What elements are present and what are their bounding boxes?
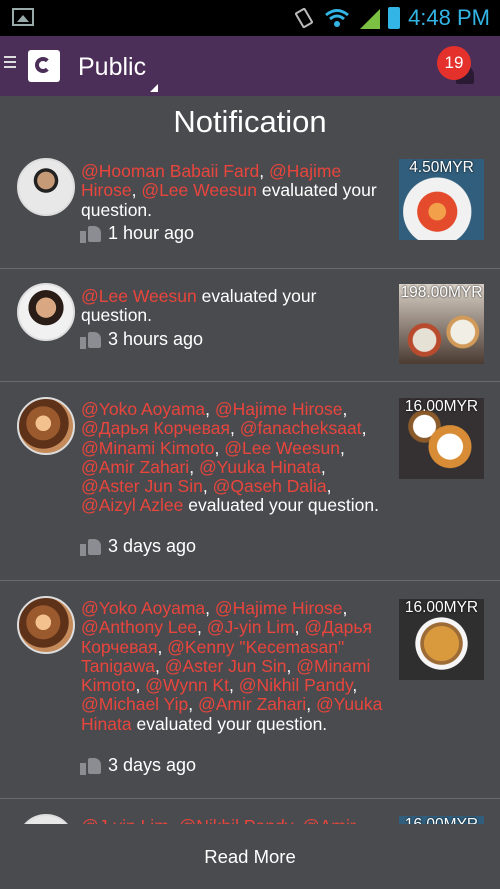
user-mention[interactable]: @Дарья Корчевая [81, 418, 230, 438]
thumbs-up-icon [80, 538, 101, 556]
thumbs-up-icon [80, 331, 101, 349]
user-mention[interactable]: @Amir Zahari [81, 457, 189, 477]
user-mention[interactable]: @Hooman Babaii Fard [81, 161, 259, 181]
wifi-icon [325, 9, 350, 27]
image-notification-icon [12, 8, 34, 26]
user-mention[interactable]: @Lee Weesun [141, 180, 257, 200]
notification-text: @J-yin Lim, @Nikhil Pandy, @Amir [81, 816, 383, 824]
price-label: 16.00MYR [399, 816, 484, 824]
time-ago: 1 hour ago [108, 223, 195, 243]
price-label: 198.00MYR [400, 284, 483, 301]
thumbs-up-icon [80, 225, 101, 243]
user-mention[interactable]: @Minami Kimoto [81, 438, 215, 458]
user-mention[interactable]: @Nikhil Pandy [239, 675, 353, 695]
notification-list[interactable]: @Hooman Babaii Fard, @Hajime Hirose, @Le… [0, 150, 500, 824]
user-mention[interactable]: @Nikhil Pandy [179, 816, 293, 824]
user-mention[interactable]: @Amir Zahari [198, 694, 306, 714]
avatar[interactable] [17, 397, 75, 455]
user-mention[interactable]: @Aster Jun Sin [165, 656, 287, 676]
notification-time: 3 hours ago [80, 329, 203, 350]
notification-text: @Lee Weesun evaluated your question. [81, 286, 383, 326]
avatar[interactable] [17, 158, 75, 216]
app-title[interactable]: Public [78, 53, 146, 82]
app-logo-icon[interactable] [28, 50, 60, 82]
battery-icon [388, 7, 401, 29]
user-mention[interactable]: @Anthony Lee [81, 617, 197, 637]
status-icons: 4:48 PM [292, 4, 490, 32]
question-photo[interactable]: 16.00MYR [399, 816, 484, 824]
notification-item[interactable]: @Lee Weesun evaluated your question. 3 h… [0, 269, 500, 382]
dropdown-indicator-icon [150, 84, 158, 92]
user-mention[interactable]: @Qaseh Dalia [213, 476, 327, 496]
status-time: 4:48 PM [408, 5, 490, 30]
notification-time: 1 hour ago [80, 223, 194, 244]
user-mention[interactable]: @Amir [302, 816, 356, 824]
user-mention[interactable]: @Yuuka Hinata [199, 457, 321, 477]
avatar[interactable] [17, 283, 75, 341]
user-mention[interactable]: @Hajime Hirose [215, 399, 343, 419]
time-ago: 3 hours ago [108, 329, 204, 349]
question-photo[interactable]: 198.00MYR [399, 284, 484, 364]
user-mention[interactable]: @Lee Weesun [81, 286, 197, 306]
time-ago: 3 days ago [108, 536, 197, 556]
notification-item[interactable]: @Hooman Babaii Fard, @Hajime Hirose, @Le… [0, 150, 500, 269]
user-mention[interactable]: @Michael Yip [81, 694, 188, 714]
question-photo[interactable]: 16.00MYR [399, 398, 484, 479]
menu-icon[interactable] [4, 56, 16, 70]
user-mention[interactable]: @Yoko Aoyama [81, 399, 205, 419]
notification-text: @Yoko Aoyama, @Hajime Hirose, @Anthony L… [81, 598, 383, 734]
avatar[interactable] [17, 596, 75, 654]
read-more-button[interactable]: Read More [0, 846, 500, 868]
price-label: 4.50MYR [409, 159, 474, 176]
notification-time: 3 days ago [80, 536, 196, 557]
price-label: 16.00MYR [404, 599, 479, 616]
notification-item[interactable]: @Yoko Aoyama, @Hajime Hirose, @Anthony L… [0, 581, 500, 799]
user-mention[interactable]: @Yoko Aoyama [81, 598, 205, 618]
notification-item[interactable]: @J-yin Lim, @Nikhil Pandy, @Amir 16.00MY… [0, 799, 500, 824]
avatar[interactable] [17, 814, 75, 824]
notification-count-badge[interactable]: 19 [437, 46, 471, 80]
thumbs-up-icon [80, 757, 101, 775]
notification-message: evaluated your question. [136, 713, 328, 734]
user-mention[interactable]: @Aster Jun Sin [81, 476, 203, 496]
status-bar: 4:48 PM [0, 0, 500, 36]
notification-time: 3 days ago [80, 755, 196, 776]
signal-icon [360, 9, 381, 29]
question-photo[interactable]: 16.00MYR [399, 599, 484, 680]
app-bar: Public [0, 36, 500, 96]
user-mention[interactable]: @Wynn Kt [145, 675, 229, 695]
user-mention[interactable]: @Hajime Hirose [215, 598, 343, 618]
user-mention[interactable]: @J-yin Lim [207, 617, 295, 637]
notification-message: evaluated your question. [188, 495, 379, 516]
notification-heading: Notification [173, 104, 327, 139]
price-label: 16.00MYR [404, 398, 479, 415]
notification-text: @Hooman Babaii Fard, @Hajime Hirose, @Le… [81, 161, 377, 220]
user-mention[interactable]: @Lee Weesun [224, 438, 340, 458]
question-photo[interactable]: 4.50MYR [399, 159, 484, 240]
vibrate-icon [295, 7, 314, 29]
user-mention[interactable]: @fanacheksaat [240, 418, 362, 438]
notification-item[interactable]: @Yoko Aoyama, @Hajime Hirose, @Дарья Кор… [0, 382, 500, 581]
notification-text: @Yoko Aoyama, @Hajime Hirose, @Дарья Кор… [81, 399, 379, 516]
user-mention[interactable]: @Aizyl Azlee [81, 495, 183, 515]
user-mention[interactable]: @J-yin Lim [81, 816, 169, 824]
time-ago: 3 days ago [108, 755, 197, 775]
footer: Read More [0, 824, 500, 889]
